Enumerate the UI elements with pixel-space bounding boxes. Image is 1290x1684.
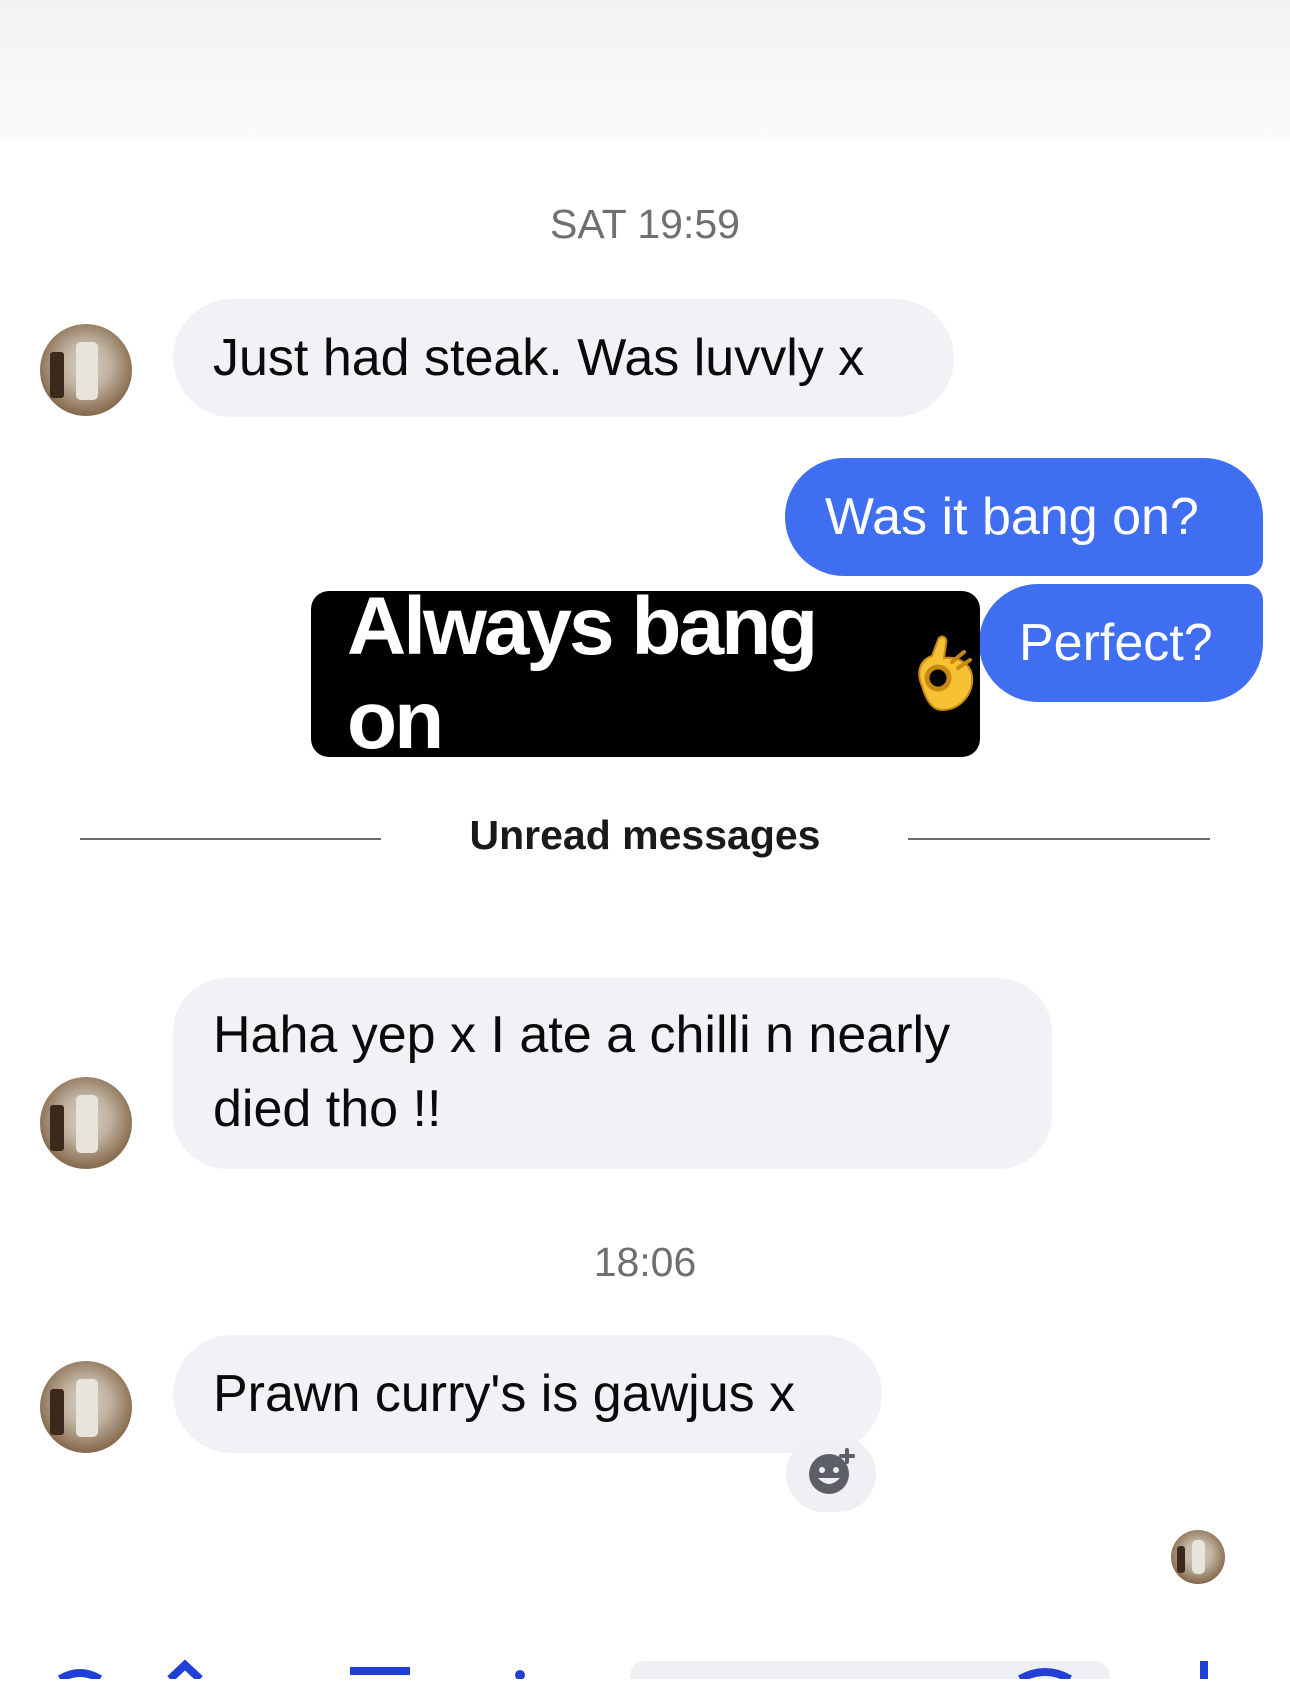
message-text-line: died tho !! [213,1080,442,1138]
contact-avatar[interactable] [40,1361,132,1453]
incoming-message-bubble[interactable]: Haha yep x I ate a chilli n nearly died … [173,978,1052,1169]
read-receipt-avatar [1171,1530,1225,1584]
add-reaction-button[interactable] [786,1436,876,1512]
contact-avatar[interactable] [40,324,132,416]
unread-messages-label: Unread messages [469,812,821,858]
add-reaction-icon [805,1446,857,1503]
outgoing-message-bubble[interactable]: Perfect? [979,584,1263,702]
timestamp-time: 18:06 [593,1239,697,1285]
composer-toolbar [0,1655,1290,1684]
incoming-message-bubble[interactable]: Prawn curry's is gawjus x [173,1335,882,1453]
message-text-line: Haha yep x I ate a chilli n nearly [213,1006,951,1064]
header-bar [0,0,1290,140]
divider-line-right [908,838,1210,840]
sticker-text: Always bang on [347,581,818,766]
outgoing-message-bubble[interactable]: Was it bang on? [785,458,1263,576]
message-text: Perfect? [1019,614,1213,672]
message-text: Just had steak. Was luvvly x [213,329,865,387]
timestamp-sat: SAT 19:59 [550,201,740,247]
contact-avatar[interactable] [40,1077,132,1169]
incoming-message-bubble[interactable]: Just had steak. Was luvvly x [173,299,954,417]
message-text: Was it bang on? [825,488,1199,546]
ok-hand-emoji-icon [908,632,980,716]
message-text: Prawn curry's is gawjus x [213,1365,796,1423]
text-sticker: Always bang on [311,581,980,766]
